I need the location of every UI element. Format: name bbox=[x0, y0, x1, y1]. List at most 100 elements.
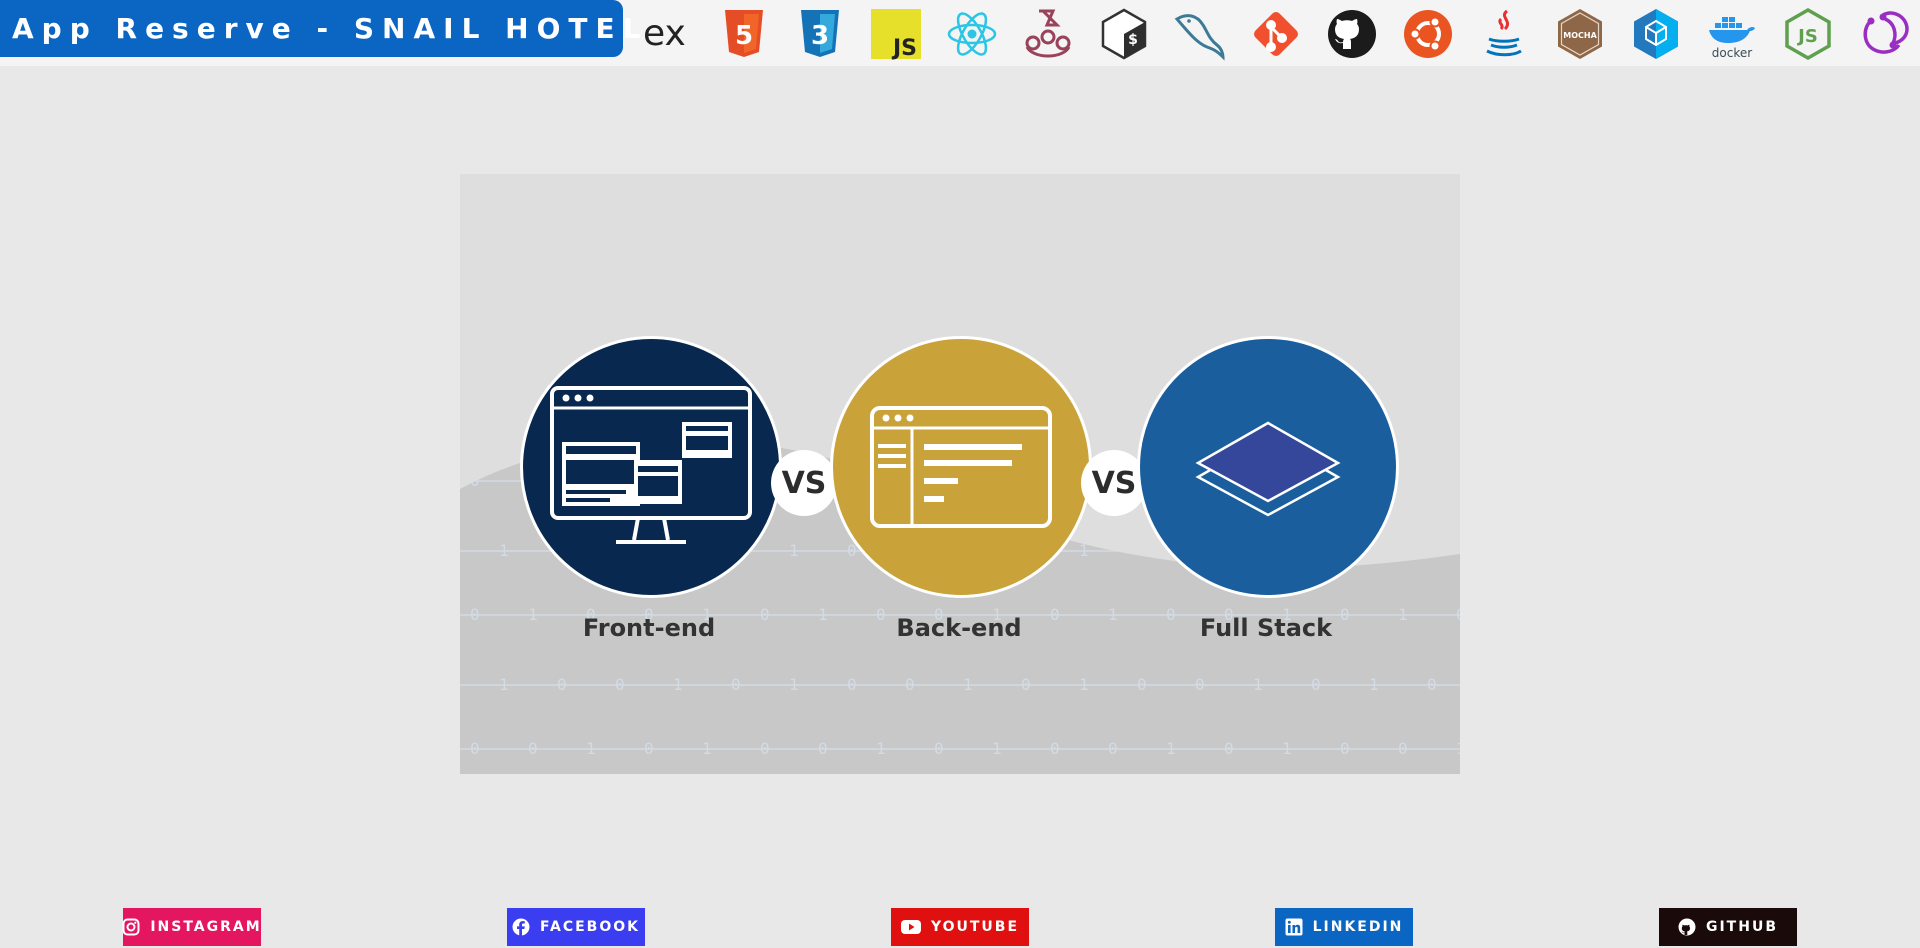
binary-digit: 0 bbox=[905, 675, 915, 694]
binary-digit: 1 bbox=[1398, 471, 1408, 490]
binary-digit: 1 bbox=[992, 739, 1002, 758]
binary-digit: 1 bbox=[673, 675, 683, 694]
youtube-link[interactable]: YOUTUBE bbox=[891, 908, 1029, 946]
binary-digit: 0 bbox=[1398, 739, 1408, 758]
binary-digit: 1 bbox=[1079, 675, 1089, 694]
vs-badge-1: VS bbox=[771, 450, 837, 516]
binary-digit: 0 bbox=[760, 739, 770, 758]
binary-digit: 1 bbox=[1108, 605, 1118, 624]
binary-digit: 1 bbox=[1166, 739, 1176, 758]
binary-digit: 0 bbox=[818, 739, 828, 758]
git-icon bbox=[1238, 5, 1314, 63]
binary-digit: 1 bbox=[1253, 675, 1263, 694]
nodejs-text: JS bbox=[1796, 26, 1818, 47]
instagram-icon bbox=[122, 918, 140, 936]
frontend-circle bbox=[520, 336, 782, 598]
binary-digit: 0 bbox=[1456, 605, 1460, 624]
react-icon bbox=[934, 5, 1010, 63]
sequelize-icon bbox=[1618, 5, 1694, 63]
github-icon bbox=[1678, 918, 1696, 936]
binary-digit: 0 bbox=[470, 739, 480, 758]
java-icon bbox=[1466, 5, 1542, 63]
backend-circle bbox=[830, 336, 1092, 598]
facebook-link[interactable]: FACEBOOK bbox=[507, 908, 645, 946]
binary-digit: 0 bbox=[1456, 471, 1460, 490]
binary-digit: 0 bbox=[1137, 541, 1147, 560]
nodejs-icon: JS bbox=[1770, 5, 1846, 63]
binary-digit: 1 bbox=[818, 605, 828, 624]
layers-icon bbox=[1195, 421, 1341, 517]
monitor-icon bbox=[550, 386, 752, 544]
binary-digit: 0 bbox=[847, 675, 857, 694]
svg-text:3: 3 bbox=[811, 21, 829, 51]
binary-digit: 1 bbox=[789, 675, 799, 694]
javascript-icon: JS bbox=[858, 5, 934, 63]
binary-digit: 0 bbox=[1050, 739, 1060, 758]
binary-digit: 0 bbox=[934, 739, 944, 758]
brand-title: App Reserve - SNAIL HOTEL bbox=[12, 12, 649, 45]
linkedin-label: LINKEDIN bbox=[1312, 919, 1404, 935]
binary-digit: 1 bbox=[499, 541, 509, 560]
github-label: GITHUB bbox=[1705, 919, 1778, 935]
binary-digit: 0 bbox=[1340, 739, 1350, 758]
binary-digit: 0 bbox=[731, 675, 741, 694]
css3-icon: 3 bbox=[782, 5, 858, 63]
binary-digit: 0 bbox=[470, 471, 480, 490]
instagram-label: INSTAGRAM bbox=[150, 919, 262, 935]
fullstack-circle bbox=[1137, 336, 1399, 598]
svg-text:5: 5 bbox=[735, 21, 753, 51]
ubuntu-icon bbox=[1390, 5, 1466, 63]
binary-digit: 0 bbox=[1021, 675, 1031, 694]
express-text: ex bbox=[643, 13, 686, 54]
binary-digit: 1 bbox=[789, 541, 799, 560]
mocha-text: MOCHA bbox=[1563, 31, 1597, 40]
top-bar: App Reserve - SNAIL HOTEL ex 5 3 JS $ MO… bbox=[0, 0, 1920, 66]
binary-digit: 0 bbox=[557, 675, 567, 694]
linkedin-link[interactable]: LINKEDIN bbox=[1275, 908, 1413, 946]
binary-digit: 0 bbox=[1427, 675, 1437, 694]
vs-text-1: VS bbox=[781, 465, 827, 501]
binary-digit: 0 bbox=[644, 739, 654, 758]
backend-label: Back-end bbox=[896, 614, 1022, 642]
tech-icon-row: ex 5 3 JS $ MOCHA docker JS bbox=[630, 5, 1920, 63]
vs-text-2: VS bbox=[1091, 465, 1137, 501]
facebook-label: FACEBOOK bbox=[540, 919, 640, 935]
binary-digit: 1 bbox=[702, 739, 712, 758]
linkedin-icon bbox=[1285, 918, 1303, 936]
jest-icon bbox=[1010, 5, 1086, 63]
binary-digit: 1 bbox=[1369, 675, 1379, 694]
docker-text: docker bbox=[1712, 46, 1752, 60]
binary-digit: 0 bbox=[1195, 675, 1205, 694]
binary-digit: 1 bbox=[499, 675, 509, 694]
docker-icon: docker bbox=[1694, 5, 1770, 63]
binary-digit: 1 bbox=[586, 739, 596, 758]
javascript-text: JS bbox=[891, 36, 917, 61]
binary-digit: 1 bbox=[963, 675, 973, 694]
express-icon: ex bbox=[630, 5, 706, 63]
instagram-link[interactable]: INSTAGRAM bbox=[122, 908, 262, 946]
html5-icon: 5 bbox=[706, 5, 782, 63]
binary-digit: 0 bbox=[1427, 541, 1437, 560]
redux-saga-icon bbox=[1846, 5, 1920, 63]
binary-digit: 0 bbox=[1311, 675, 1321, 694]
frontend-label: Front-end bbox=[582, 614, 716, 642]
binary-digit: 1 bbox=[1079, 541, 1089, 560]
binary-digit: 1 bbox=[876, 739, 886, 758]
binary-digit: 0 bbox=[1108, 739, 1118, 758]
youtube-label: YOUTUBE bbox=[930, 919, 1020, 935]
server-window-icon bbox=[870, 406, 1052, 528]
frontend-backend-fullstack-banner: 0 1 0 1 0 0 1 0 1 0 0 1 0 1 0 0 1 0 1 0 0 1 1 0 1 0 0 1 0 1 0 0 1 0 1 0 0 1 0 1… bbox=[460, 174, 1460, 774]
facebook-icon bbox=[512, 918, 530, 936]
binary-digit: 0 bbox=[470, 605, 480, 624]
binary-digit: 0 bbox=[1224, 739, 1234, 758]
binary-digit: 1 bbox=[1456, 739, 1460, 758]
github-link[interactable]: GITHUB bbox=[1659, 908, 1797, 946]
bash-icon: $ bbox=[1086, 5, 1162, 63]
binary-digit: 1 bbox=[1282, 739, 1292, 758]
binary-digit: 0 bbox=[615, 675, 625, 694]
brand-banner: App Reserve - SNAIL HOTEL bbox=[0, 0, 640, 57]
youtube-icon bbox=[900, 919, 921, 935]
binary-digit: 0 bbox=[528, 739, 538, 758]
bash-text: $ bbox=[1128, 32, 1138, 48]
github-icon bbox=[1314, 5, 1390, 63]
